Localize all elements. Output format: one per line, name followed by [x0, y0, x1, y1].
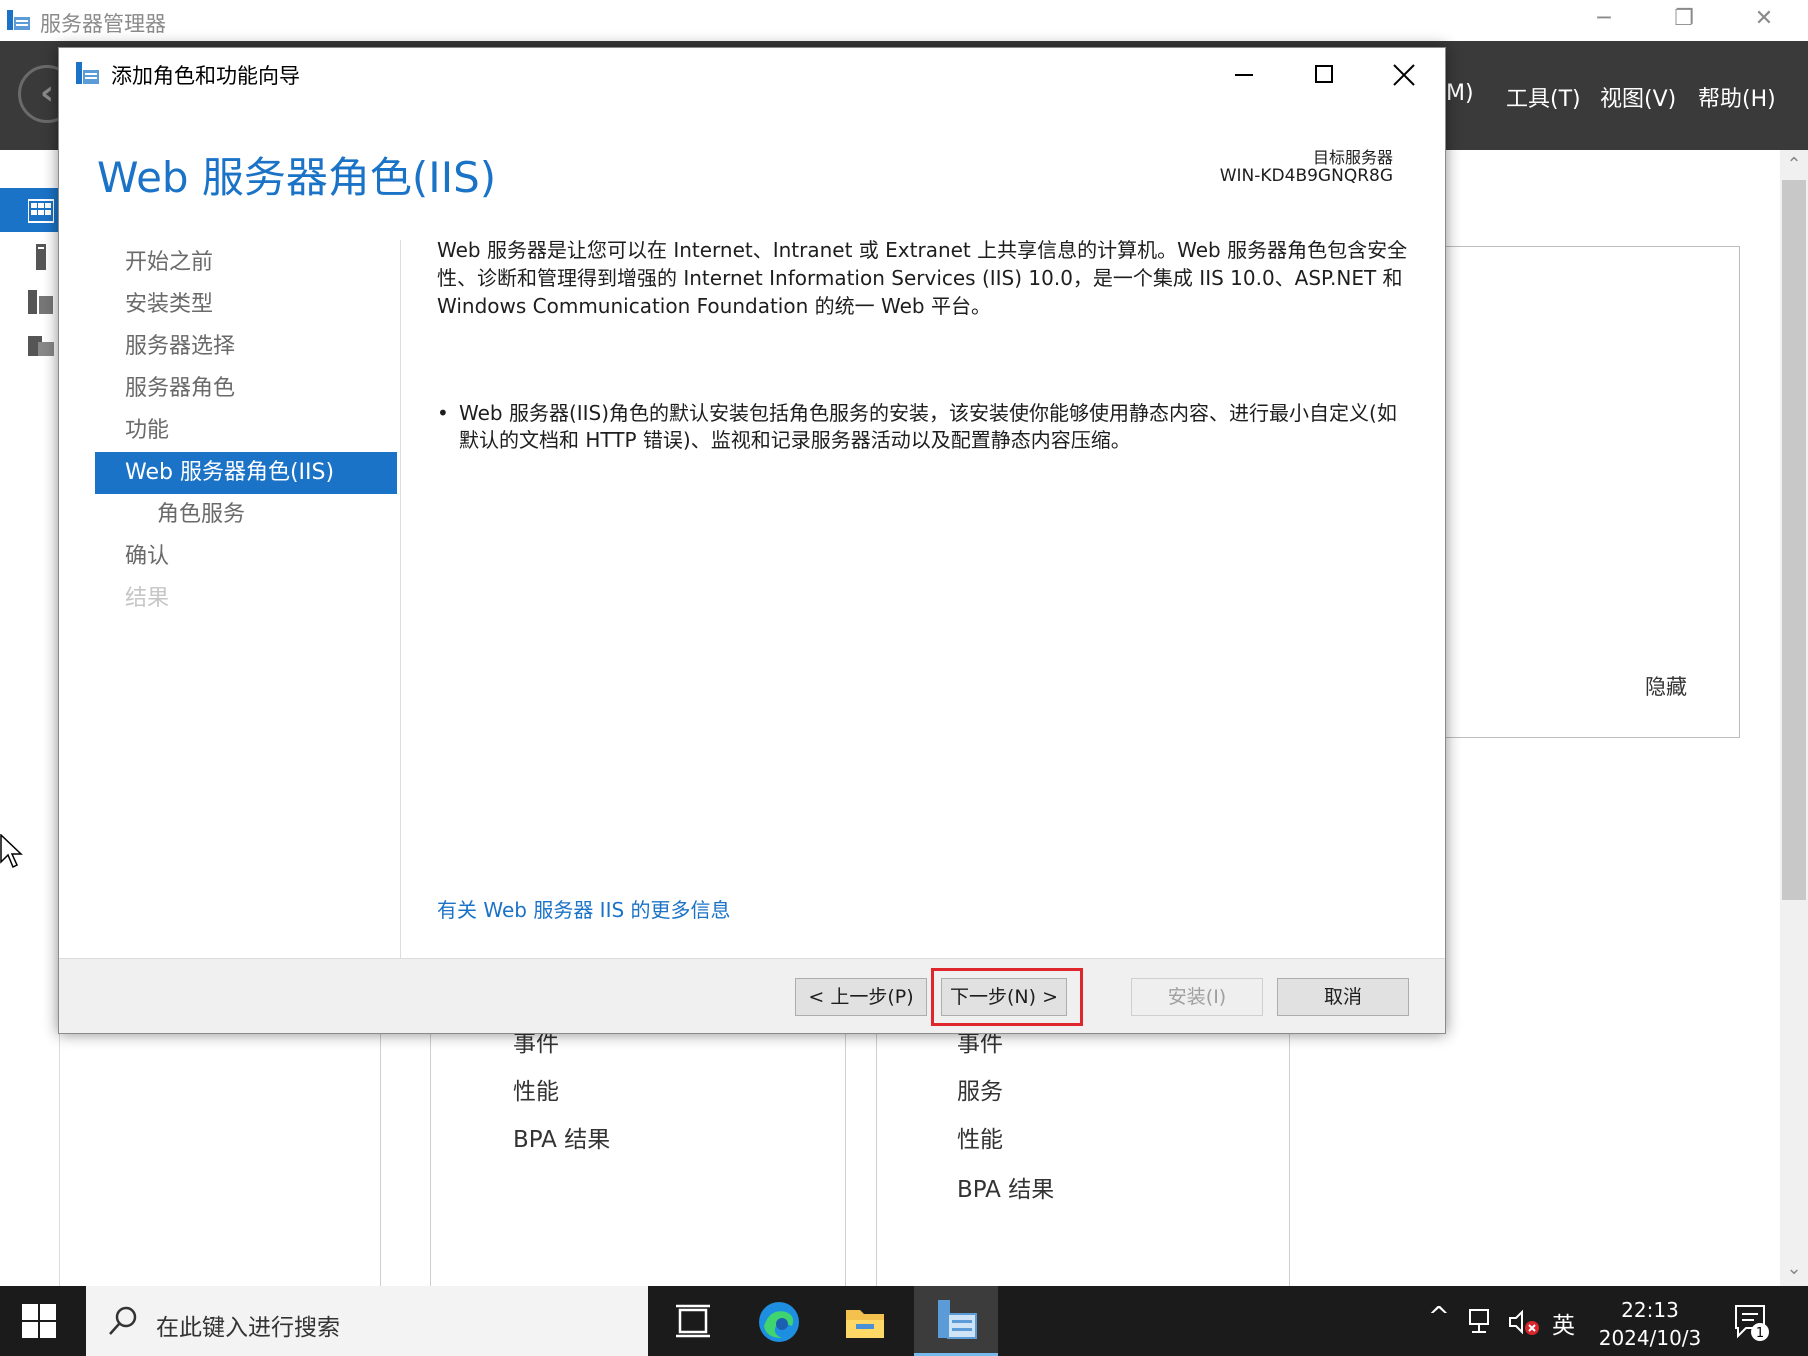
- server-manager-left-nav: [0, 150, 60, 1286]
- taskbar-search-box[interactable]: 在此键入进行搜索: [86, 1286, 648, 1356]
- steps-divider: [400, 240, 401, 970]
- server-manager-titlebar: 服务器管理器 ─ ❐ ✕: [0, 0, 1808, 41]
- ime-indicator[interactable]: 英: [1552, 1306, 1575, 1340]
- welcome-panel: 隐藏: [1440, 246, 1740, 738]
- notification-center-icon[interactable]: 1: [1732, 1302, 1772, 1342]
- step-role-services[interactable]: 角色服务: [95, 494, 397, 536]
- volume-muted-icon[interactable]: [1508, 1308, 1542, 1336]
- local-server-icon: [36, 244, 46, 270]
- menu-help[interactable]: 帮助(H): [1698, 81, 1776, 113]
- notification-count: 1: [1756, 1326, 1764, 1341]
- scroll-up-icon[interactable]: ⌃: [1782, 154, 1806, 178]
- tile-left-performance[interactable]: 性能: [513, 1072, 559, 1106]
- scrollbar-thumb[interactable]: [1782, 180, 1806, 900]
- cancel-button[interactable]: 取消: [1277, 978, 1409, 1016]
- taskbar: 在此键入进行搜索 ^ 英 22:13 2024/10/3 1: [0, 1286, 1808, 1356]
- menu-manage[interactable]: M): [1446, 81, 1474, 106]
- restore-icon[interactable]: ❐: [1654, 4, 1714, 34]
- server-manager-icon: [7, 10, 30, 30]
- menu-view[interactable]: 视图(V): [1600, 81, 1676, 113]
- mouse-cursor-icon: [0, 834, 23, 869]
- step-web-server-role[interactable]: Web 服务器角色(IIS): [95, 452, 397, 494]
- step-installation-type[interactable]: 安装类型: [95, 284, 397, 326]
- nav-file-services[interactable]: [0, 322, 60, 366]
- file-services-icon: [28, 336, 54, 356]
- previous-button[interactable]: < 上一步(P): [795, 978, 927, 1016]
- windows-start-icon[interactable]: [22, 1304, 56, 1338]
- edge-browser-icon[interactable]: [756, 1300, 802, 1344]
- role-tile-left: 事件 性能 BPA 结果: [430, 1020, 846, 1286]
- role-tile-right: 事件 服务 性能 BPA 结果: [876, 1020, 1290, 1286]
- tray-overflow-icon[interactable]: ^: [1428, 1302, 1450, 1332]
- server-manager-taskbar-icon: [938, 1300, 977, 1339]
- target-server-name: WIN-KD4B9GNQR8G: [1219, 166, 1393, 186]
- tile-right-services[interactable]: 服务: [957, 1072, 1003, 1106]
- clock[interactable]: 22:13 2024/10/3: [1598, 1296, 1702, 1352]
- step-results: 结果: [125, 586, 170, 611]
- tile-right-bpa[interactable]: BPA 结果: [957, 1170, 1054, 1204]
- target-server-label: 目标服务器: [1312, 148, 1393, 167]
- nav-local-server[interactable]: [0, 234, 60, 278]
- tile-left-bpa[interactable]: BPA 结果: [513, 1120, 610, 1154]
- add-roles-wizard-dialog: 添加角色和功能向导 Web 服务器角色(IIS) 目标服务器 WIN-KD4B9…: [58, 47, 1446, 1034]
- taskbar-server-manager-active[interactable]: [914, 1286, 998, 1356]
- wizard-title: 添加角色和功能向导: [111, 64, 300, 88]
- next-button-highlight: [931, 968, 1083, 1026]
- wizard-app-icon: [76, 62, 99, 84]
- menu-tools[interactable]: 工具(T): [1506, 81, 1581, 113]
- close-icon[interactable]: ✕: [1734, 4, 1794, 34]
- nav-all-servers[interactable]: [0, 278, 60, 322]
- role-description: Web 服务器是让您可以在 Internet、Intranet 或 Extran…: [437, 238, 1408, 318]
- wizard-titlebar: 添加角色和功能向导: [59, 48, 1445, 100]
- task-view-icon[interactable]: [670, 1300, 716, 1344]
- wizard-maximize-icon[interactable]: [1289, 54, 1359, 94]
- step-before-you-begin[interactable]: 开始之前: [95, 242, 397, 284]
- install-button: 安装(I): [1131, 978, 1263, 1016]
- tile-right-performance[interactable]: 性能: [957, 1120, 1003, 1154]
- step-features[interactable]: 功能: [95, 410, 397, 452]
- network-icon[interactable]: [1468, 1308, 1498, 1336]
- step-confirmation[interactable]: 确认: [95, 536, 397, 578]
- search-placeholder: 在此键入进行搜索: [156, 1315, 340, 1341]
- wizard-close-icon[interactable]: [1369, 54, 1439, 94]
- file-explorer-icon[interactable]: [842, 1300, 888, 1344]
- more-info-link[interactable]: 有关 Web 服务器 IIS 的更多信息: [437, 894, 731, 923]
- dashboard-icon: [28, 199, 54, 223]
- step-server-roles[interactable]: 服务器角色: [95, 368, 397, 410]
- all-servers-icon: [28, 290, 53, 314]
- page-title: Web 服务器角色(IIS): [97, 153, 497, 202]
- hide-link[interactable]: 隐藏: [1645, 671, 1687, 701]
- wizard-minimize-icon[interactable]: [1209, 54, 1279, 94]
- default-install-text: Web 服务器(IIS)角色的默认安装包括角色服务的安装，该安装使你能够使用静态…: [459, 401, 1397, 452]
- bullet-dot: •: [437, 401, 449, 425]
- server-manager-title: 服务器管理器: [40, 12, 166, 36]
- search-icon: [109, 1306, 137, 1335]
- scroll-down-icon[interactable]: ⌄: [1782, 1258, 1806, 1282]
- clock-time: 22:13: [1621, 1298, 1679, 1322]
- column-divider: [380, 1032, 381, 1286]
- minimize-icon[interactable]: ─: [1574, 4, 1634, 34]
- step-server-selection[interactable]: 服务器选择: [95, 326, 397, 368]
- nav-dashboard[interactable]: [0, 188, 60, 232]
- clock-date: 2024/10/3: [1598, 1326, 1702, 1350]
